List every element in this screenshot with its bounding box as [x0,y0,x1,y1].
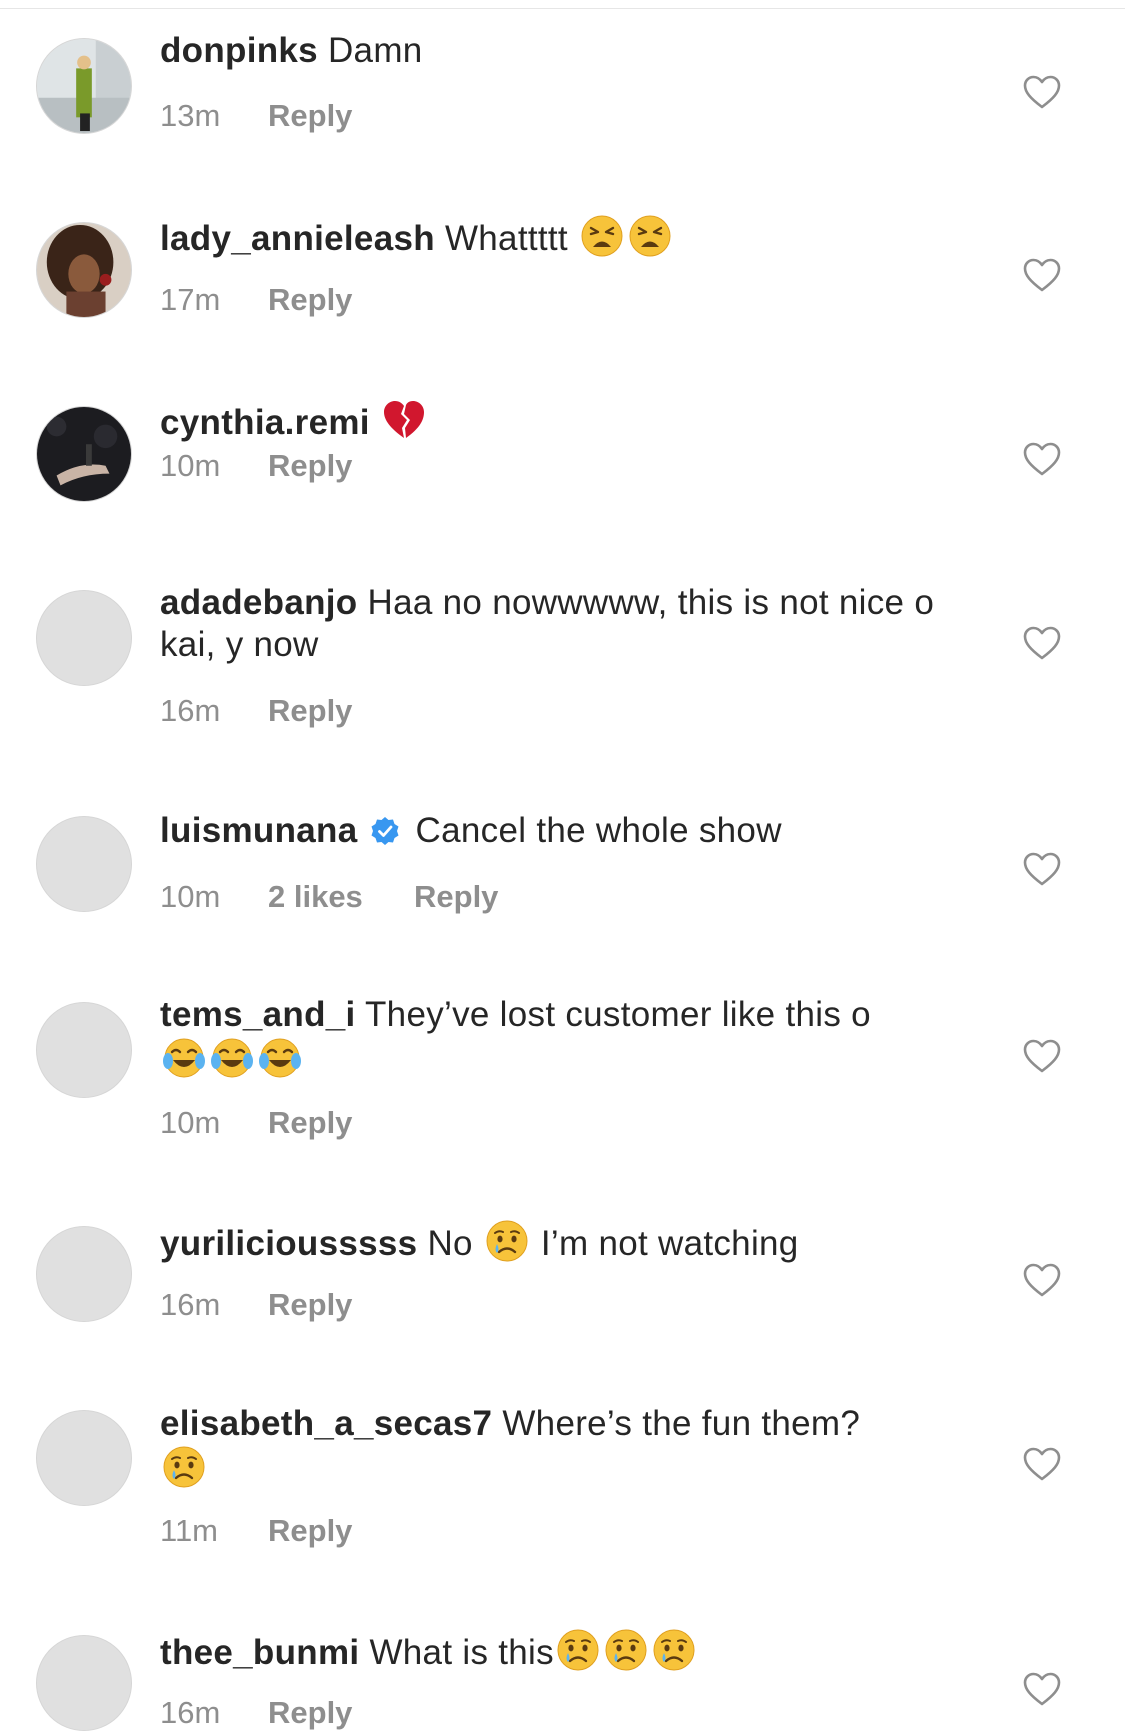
crying-face-emoji [486,1220,528,1262]
avatar[interactable] [36,1410,132,1506]
avatar[interactable] [36,38,132,134]
like-heart-icon[interactable] [1022,1037,1062,1077]
reply-button[interactable]: Reply [268,448,352,484]
crying-face-emoji [653,1629,695,1671]
reply-button[interactable]: Reply [268,693,352,729]
reply-button[interactable]: Reply [268,1513,352,1549]
reply-button[interactable]: Reply [268,1105,352,1141]
tears-of-joy-emoji [259,1038,301,1078]
comment-text: Damn [327,31,423,70]
verified-badge-icon [371,817,399,845]
like-heart-icon[interactable] [1022,1445,1062,1485]
comment-text: What is this [369,1633,554,1672]
reply-button[interactable]: Reply [268,1287,352,1323]
likes-count[interactable]: 2 likes [268,879,414,915]
comment-username[interactable]: tems_and_i [160,995,356,1034]
like-heart-icon[interactable] [1022,1261,1062,1301]
comment-username[interactable]: thee_bunmi [160,1633,359,1672]
avatar[interactable] [36,1002,132,1098]
avatar[interactable] [36,1226,132,1322]
comment-username[interactable]: donpinks [160,31,318,70]
comment-text-after: I’m not watching [540,1224,799,1263]
avatar[interactable] [36,1635,132,1731]
avatar-photo [37,407,131,501]
comment-text: Cancel the whole show [415,811,782,850]
reply-button[interactable]: Reply [268,1695,352,1731]
comment-time: 10m [160,448,221,483]
like-heart-icon[interactable] [1022,850,1062,890]
comment-username[interactable]: luismunana [160,811,357,850]
comment-username[interactable]: cynthia.remi [160,403,370,442]
comment-username[interactable]: adadebanjo [160,583,357,622]
comment-time: 17m [160,282,221,317]
tired-face-emoji [629,215,671,257]
tears-of-joy-emoji [163,1038,205,1078]
crying-face-emoji [605,1629,647,1671]
avatar-photo [37,223,131,317]
comment-time: 13m [160,98,221,133]
avatar[interactable] [36,816,132,912]
comment-username[interactable]: yuriliciousssss [160,1224,417,1263]
avatar[interactable] [36,590,132,686]
comment-time: 16m [160,693,221,728]
comment-time: 11m [160,1513,219,1548]
comment-time: 16m [160,1695,221,1730]
comment-time: 10m [160,879,221,914]
like-heart-icon[interactable] [1022,256,1062,296]
tired-face-emoji [581,215,623,257]
like-heart-icon[interactable] [1022,624,1062,664]
avatar-photo [37,39,131,133]
comment-time: 10m [160,1105,221,1140]
like-heart-icon[interactable] [1022,440,1062,480]
comment-text: Where’s the fun them? [502,1404,861,1443]
reply-button[interactable]: Reply [268,282,352,318]
avatar[interactable] [36,406,132,502]
comment-username[interactable]: elisabeth_a_secas7 [160,1404,492,1443]
comment-username[interactable]: lady_annieleash [160,219,435,258]
comment-time: 16m [160,1287,221,1322]
reply-button[interactable]: Reply [414,879,498,915]
comment-text: They’ve lost customer like this o [365,995,871,1034]
avatar[interactable] [36,222,132,318]
broken-heart-emoji [383,401,424,438]
crying-face-emoji [557,1629,599,1671]
like-heart-icon[interactable] [1022,73,1062,113]
top-divider [0,8,1125,9]
like-heart-icon[interactable] [1022,1670,1062,1710]
tears-of-joy-emoji [211,1038,253,1078]
reply-button[interactable]: Reply [268,98,352,134]
comment-text: No [427,1224,473,1263]
crying-face-emoji [163,1446,205,1488]
comment-text: Whattttt [444,219,568,258]
